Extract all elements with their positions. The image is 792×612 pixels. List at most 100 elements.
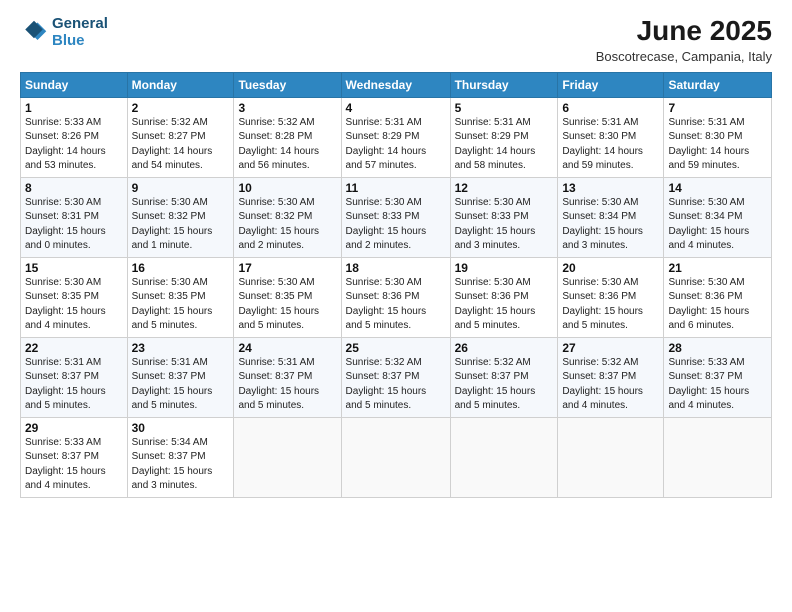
logo-icon: [20, 19, 48, 47]
logo: General Blue: [20, 16, 108, 49]
day-info: Sunrise: 5:30 AMSunset: 8:33 PMDaylight:…: [455, 196, 554, 254]
day-info: Sunrise: 5:32 AMSunset: 8:37 PMDaylight:…: [346, 356, 446, 414]
day-info: Sunrise: 5:32 AMSunset: 8:28 PMDaylight:…: [238, 116, 336, 174]
calendar-cell: [558, 417, 664, 497]
day-number: 10: [238, 181, 336, 195]
calendar-cell: 15Sunrise: 5:30 AMSunset: 8:35 PMDayligh…: [21, 257, 128, 337]
day-info: Sunrise: 5:30 AMSunset: 8:34 PMDaylight:…: [562, 196, 659, 254]
day-number: 7: [668, 101, 767, 115]
day-of-week-header: Saturday: [664, 72, 772, 97]
day-of-week-header: Sunday: [21, 72, 128, 97]
calendar-cell: 14Sunrise: 5:30 AMSunset: 8:34 PMDayligh…: [664, 177, 772, 257]
calendar-cell: 13Sunrise: 5:30 AMSunset: 8:34 PMDayligh…: [558, 177, 664, 257]
day-info: Sunrise: 5:30 AMSunset: 8:32 PMDaylight:…: [238, 196, 336, 254]
calendar-cell: 21Sunrise: 5:30 AMSunset: 8:36 PMDayligh…: [664, 257, 772, 337]
calendar-week-row: 22Sunrise: 5:31 AMSunset: 8:37 PMDayligh…: [21, 337, 772, 417]
day-info: Sunrise: 5:31 AMSunset: 8:37 PMDaylight:…: [238, 356, 336, 414]
day-number: 25: [346, 341, 446, 355]
calendar-cell: 19Sunrise: 5:30 AMSunset: 8:36 PMDayligh…: [450, 257, 558, 337]
calendar-cell: [234, 417, 341, 497]
day-info: Sunrise: 5:33 AMSunset: 8:37 PMDaylight:…: [25, 436, 123, 494]
calendar-cell: [341, 417, 450, 497]
day-number: 22: [25, 341, 123, 355]
day-info: Sunrise: 5:30 AMSunset: 8:36 PMDaylight:…: [562, 276, 659, 334]
calendar-cell: 20Sunrise: 5:30 AMSunset: 8:36 PMDayligh…: [558, 257, 664, 337]
day-number: 14: [668, 181, 767, 195]
calendar: SundayMondayTuesdayWednesdayThursdayFrid…: [20, 72, 772, 498]
day-info: Sunrise: 5:32 AMSunset: 8:37 PMDaylight:…: [562, 356, 659, 414]
calendar-cell: 8Sunrise: 5:30 AMSunset: 8:31 PMDaylight…: [21, 177, 128, 257]
day-info: Sunrise: 5:31 AMSunset: 8:30 PMDaylight:…: [562, 116, 659, 174]
day-number: 4: [346, 101, 446, 115]
day-number: 9: [132, 181, 230, 195]
day-info: Sunrise: 5:30 AMSunset: 8:36 PMDaylight:…: [668, 276, 767, 334]
day-of-week-header: Wednesday: [341, 72, 450, 97]
page: General Blue June 2025 Boscotrecase, Cam…: [0, 0, 792, 612]
day-number: 28: [668, 341, 767, 355]
day-number: 12: [455, 181, 554, 195]
calendar-cell: 16Sunrise: 5:30 AMSunset: 8:35 PMDayligh…: [127, 257, 234, 337]
day-number: 5: [455, 101, 554, 115]
day-number: 11: [346, 181, 446, 195]
calendar-cell: 10Sunrise: 5:30 AMSunset: 8:32 PMDayligh…: [234, 177, 341, 257]
calendar-cell: 23Sunrise: 5:31 AMSunset: 8:37 PMDayligh…: [127, 337, 234, 417]
day-number: 1: [25, 101, 123, 115]
day-number: 27: [562, 341, 659, 355]
calendar-cell: 28Sunrise: 5:33 AMSunset: 8:37 PMDayligh…: [664, 337, 772, 417]
day-number: 18: [346, 261, 446, 275]
day-info: Sunrise: 5:31 AMSunset: 8:37 PMDaylight:…: [25, 356, 123, 414]
calendar-cell: 1Sunrise: 5:33 AMSunset: 8:26 PMDaylight…: [21, 97, 128, 177]
location: Boscotrecase, Campania, Italy: [596, 49, 772, 64]
day-info: Sunrise: 5:31 AMSunset: 8:29 PMDaylight:…: [455, 116, 554, 174]
day-number: 6: [562, 101, 659, 115]
calendar-cell: 30Sunrise: 5:34 AMSunset: 8:37 PMDayligh…: [127, 417, 234, 497]
calendar-cell: 7Sunrise: 5:31 AMSunset: 8:30 PMDaylight…: [664, 97, 772, 177]
day-number: 23: [132, 341, 230, 355]
calendar-cell: [664, 417, 772, 497]
calendar-cell: 25Sunrise: 5:32 AMSunset: 8:37 PMDayligh…: [341, 337, 450, 417]
day-info: Sunrise: 5:30 AMSunset: 8:31 PMDaylight:…: [25, 196, 123, 254]
day-of-week-header: Tuesday: [234, 72, 341, 97]
day-number: 20: [562, 261, 659, 275]
day-info: Sunrise: 5:31 AMSunset: 8:37 PMDaylight:…: [132, 356, 230, 414]
calendar-cell: 27Sunrise: 5:32 AMSunset: 8:37 PMDayligh…: [558, 337, 664, 417]
calendar-cell: 29Sunrise: 5:33 AMSunset: 8:37 PMDayligh…: [21, 417, 128, 497]
day-info: Sunrise: 5:32 AMSunset: 8:27 PMDaylight:…: [132, 116, 230, 174]
calendar-week-row: 1Sunrise: 5:33 AMSunset: 8:26 PMDaylight…: [21, 97, 772, 177]
day-of-week-header: Thursday: [450, 72, 558, 97]
calendar-cell: 2Sunrise: 5:32 AMSunset: 8:27 PMDaylight…: [127, 97, 234, 177]
day-info: Sunrise: 5:30 AMSunset: 8:36 PMDaylight:…: [346, 276, 446, 334]
day-info: Sunrise: 5:30 AMSunset: 8:35 PMDaylight:…: [238, 276, 336, 334]
calendar-cell: 3Sunrise: 5:32 AMSunset: 8:28 PMDaylight…: [234, 97, 341, 177]
day-number: 13: [562, 181, 659, 195]
day-info: Sunrise: 5:31 AMSunset: 8:30 PMDaylight:…: [668, 116, 767, 174]
day-number: 17: [238, 261, 336, 275]
day-info: Sunrise: 5:30 AMSunset: 8:35 PMDaylight:…: [132, 276, 230, 334]
calendar-cell: 4Sunrise: 5:31 AMSunset: 8:29 PMDaylight…: [341, 97, 450, 177]
calendar-week-row: 15 Sunrise: 5:30 AMSunset: 8:35 PMDayligh…: [21, 257, 772, 337]
day-info: Sunrise: 5:33 AMSunset: 8:26 PMDaylight:…: [25, 116, 123, 174]
calendar-week-row: 29Sunrise: 5:33 AMSunset: 8:37 PMDayligh…: [21, 417, 772, 497]
day-info: Sunrise: 5:31 AMSunset: 8:29 PMDaylight:…: [346, 116, 446, 174]
day-number: 24: [238, 341, 336, 355]
day-number: 2: [132, 101, 230, 115]
day-info: Sunrise: 5:34 AMSunset: 8:37 PMDaylight:…: [132, 436, 230, 494]
calendar-cell: 5Sunrise: 5:31 AMSunset: 8:29 PMDaylight…: [450, 97, 558, 177]
logo-text: General Blue: [52, 16, 108, 49]
day-number: 29: [25, 421, 123, 435]
calendar-cell: 26Sunrise: 5:32 AMSunset: 8:37 PMDayligh…: [450, 337, 558, 417]
calendar-cell: 12Sunrise: 5:30 AMSunset: 8:33 PMDayligh…: [450, 177, 558, 257]
calendar-cell: 9Sunrise: 5:30 AMSunset: 8:32 PMDaylight…: [127, 177, 234, 257]
calendar-cell: 18Sunrise: 5:30 AMSunset: 8:36 PMDayligh…: [341, 257, 450, 337]
day-of-week-header: Friday: [558, 72, 664, 97]
title-area: June 2025 Boscotrecase, Campania, Italy: [596, 16, 772, 64]
day-info: Sunrise: 5:32 AMSunset: 8:37 PMDaylight:…: [455, 356, 554, 414]
day-of-week-header: Monday: [127, 72, 234, 97]
day-number: 15: [25, 261, 123, 275]
day-info: Sunrise: 5:30 AMSunset: 8:36 PMDaylight:…: [455, 276, 554, 334]
calendar-cell: 17Sunrise: 5:30 AMSunset: 8:35 PMDayligh…: [234, 257, 341, 337]
day-info: Sunrise: 5:30 AMSunset: 8:33 PMDaylight:…: [346, 196, 446, 254]
day-number: 30: [132, 421, 230, 435]
day-info: Sunrise: 5:30 AMSunset: 8:34 PMDaylight:…: [668, 196, 767, 254]
day-number: 19: [455, 261, 554, 275]
